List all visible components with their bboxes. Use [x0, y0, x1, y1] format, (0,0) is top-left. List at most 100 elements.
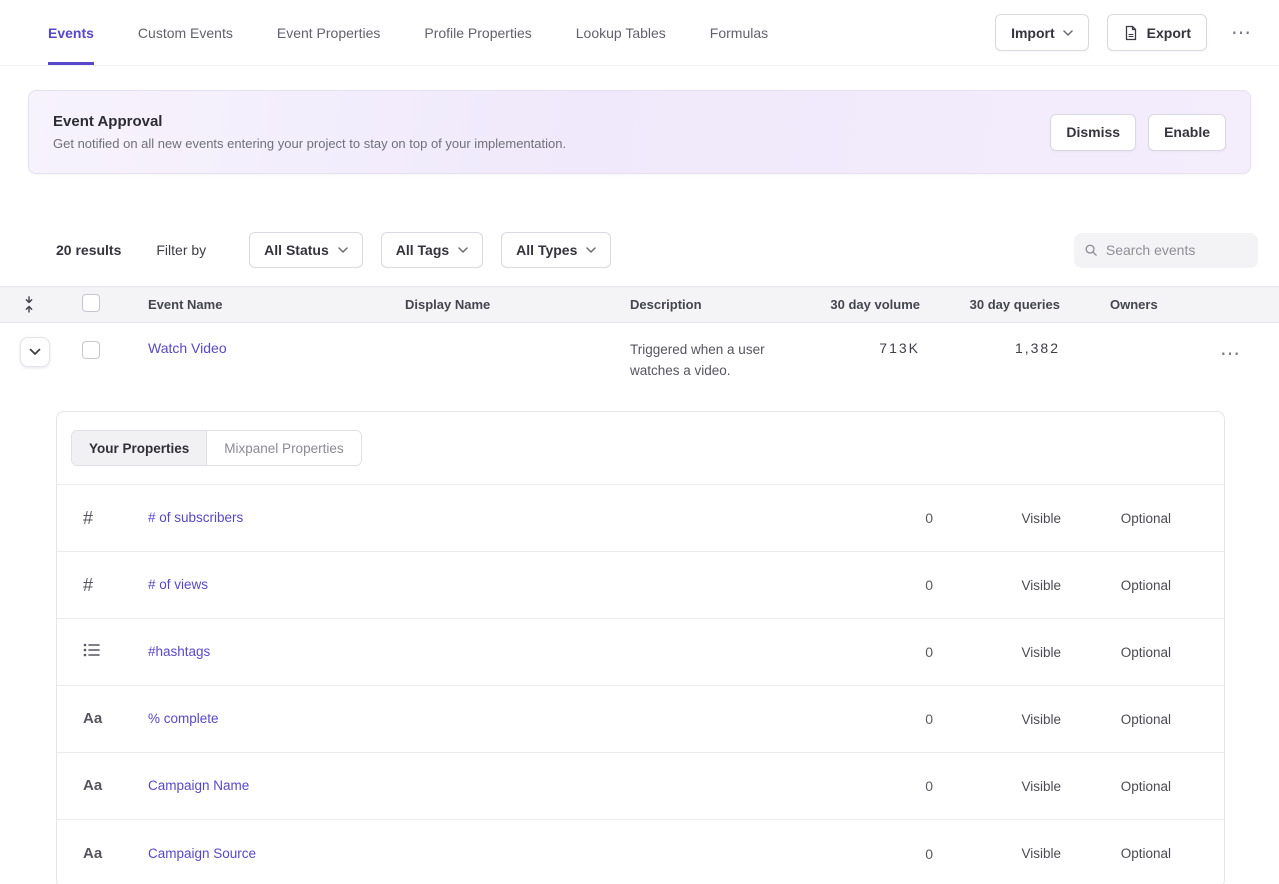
more-icon: ⋯ [1220, 343, 1241, 365]
status-filter-label: All Status [264, 242, 329, 258]
column-header-queries: 30 day queries [920, 297, 1060, 312]
property-required: Optional [1061, 511, 1171, 526]
property-required: Optional [1061, 712, 1171, 727]
tab-your-properties[interactable]: Your Properties [72, 431, 206, 465]
property-required: Optional [1061, 779, 1171, 794]
types-filter-dropdown[interactable]: All Types [501, 232, 611, 268]
property-name-link[interactable]: Campaign Source [148, 846, 256, 861]
number-type-icon: # [83, 508, 93, 528]
filter-by-label: Filter by [156, 242, 206, 258]
column-header-volume: 30 day volume [792, 297, 920, 312]
column-header-description: Description [602, 297, 792, 312]
event-approval-banner: Event Approval Get notified on all new e… [28, 90, 1251, 174]
property-rows: # # of subscribers 0 Visible Optional # … [57, 485, 1224, 884]
properties-panel-header: Your Properties Mixpanel Properties [57, 412, 1224, 485]
more-options-button[interactable]: ⋯ [1225, 19, 1258, 47]
list-type-icon [83, 643, 101, 657]
nav-tabs: Events Custom Events Event Properties Pr… [48, 0, 768, 65]
property-visibility: Visible [933, 578, 1061, 593]
property-visibility: Visible [933, 645, 1061, 660]
property-visibility: Visible [933, 511, 1061, 526]
chevron-down-icon [29, 348, 41, 356]
lexicon-events-page: Events Custom Events Event Properties Pr… [0, 0, 1279, 884]
row-checkbox[interactable] [82, 341, 100, 359]
enable-button[interactable]: Enable [1148, 114, 1226, 151]
tab-events[interactable]: Events [48, 0, 94, 65]
property-count: 0 [823, 644, 933, 660]
event-volume: 713K [792, 323, 920, 356]
property-row: Aa % complete 0 Visible Optional [57, 686, 1224, 753]
property-name-link[interactable]: #hashtags [148, 644, 210, 659]
select-all-checkbox[interactable] [82, 294, 100, 312]
column-header-owners: Owners [1060, 297, 1180, 312]
property-name-link[interactable]: Campaign Name [148, 778, 249, 793]
search-input[interactable] [1106, 242, 1248, 258]
row-expander-button[interactable] [20, 337, 50, 367]
export-file-icon [1123, 25, 1139, 41]
property-required: Optional [1061, 645, 1171, 660]
event-owners [1060, 323, 1180, 340]
property-row: #hashtags 0 Visible Optional [57, 619, 1224, 686]
tab-formulas[interactable]: Formulas [710, 0, 768, 65]
property-visibility: Visible [933, 779, 1061, 794]
more-icon: ⋯ [1231, 22, 1252, 44]
chevron-down-icon [338, 247, 348, 253]
chevron-down-icon [586, 247, 596, 253]
results-count: 20 results [56, 242, 121, 258]
status-filter-dropdown[interactable]: All Status [249, 232, 363, 268]
property-row: # # of subscribers 0 Visible Optional [57, 485, 1224, 552]
events-table-header: Event Name Display Name Description 30 d… [0, 286, 1279, 323]
property-name-link[interactable]: % complete [148, 711, 219, 726]
event-name-link[interactable]: Watch Video [148, 340, 227, 356]
filter-bar: 20 results Filter by All Status All Tags… [0, 232, 1279, 268]
nav-actions: Import Export ⋯ [995, 14, 1258, 51]
tags-filter-dropdown[interactable]: All Tags [381, 232, 483, 268]
property-count: 0 [823, 510, 933, 526]
tab-custom-events[interactable]: Custom Events [138, 0, 233, 65]
collapse-all-button[interactable] [20, 294, 38, 315]
property-count: 0 [823, 711, 933, 727]
types-filter-label: All Types [516, 242, 577, 258]
property-count: 0 [823, 778, 933, 794]
chevron-down-icon [458, 247, 468, 253]
property-visibility: Visible [933, 712, 1061, 727]
properties-tabs: Your Properties Mixpanel Properties [71, 430, 362, 466]
property-name-link[interactable]: # of subscribers [148, 510, 243, 525]
property-required: Optional [1061, 846, 1171, 861]
tab-mixpanel-properties[interactable]: Mixpanel Properties [206, 431, 360, 465]
tags-filter-label: All Tags [396, 242, 449, 258]
row-actions-button[interactable]: ⋯ [1214, 340, 1247, 368]
banner-text: Event Approval Get notified on all new e… [53, 113, 566, 151]
search-icon [1084, 242, 1098, 258]
tab-profile-properties[interactable]: Profile Properties [424, 0, 531, 65]
tab-event-properties[interactable]: Event Properties [277, 0, 381, 65]
text-type-icon: Aa [83, 777, 102, 794]
import-button[interactable]: Import [995, 14, 1089, 51]
export-button[interactable]: Export [1107, 14, 1207, 51]
event-row-watch-video: Watch Video Triggered when a user watche… [0, 323, 1279, 383]
event-display-name [377, 323, 602, 340]
property-row: Aa Campaign Name 0 Visible Optional [57, 753, 1224, 820]
property-row: # # of views 0 Visible Optional [57, 552, 1224, 619]
top-navigation: Events Custom Events Event Properties Pr… [0, 0, 1279, 66]
event-description: Triggered when a user watches a video. [602, 323, 792, 382]
import-label: Import [1011, 25, 1055, 41]
property-count: 0 [823, 577, 933, 593]
event-queries: 1,382 [920, 323, 1060, 356]
property-required: Optional [1061, 578, 1171, 593]
property-count: 0 [823, 846, 933, 862]
collapse-rows-icon [22, 296, 36, 313]
banner-title: Event Approval [53, 113, 566, 130]
property-visibility: Visible [933, 846, 1061, 861]
text-type-icon: Aa [83, 845, 102, 862]
property-name-link[interactable]: # of views [148, 577, 208, 592]
text-type-icon: Aa [83, 710, 102, 727]
column-header-display-name: Display Name [377, 297, 602, 312]
banner-actions: Dismiss Enable [1050, 114, 1226, 151]
tab-lookup-tables[interactable]: Lookup Tables [576, 0, 666, 65]
column-header-event-name: Event Name [120, 297, 377, 312]
number-type-icon: # [83, 575, 93, 595]
chevron-down-icon [1063, 30, 1073, 36]
search-events-field[interactable] [1074, 233, 1258, 268]
dismiss-button[interactable]: Dismiss [1050, 114, 1136, 151]
